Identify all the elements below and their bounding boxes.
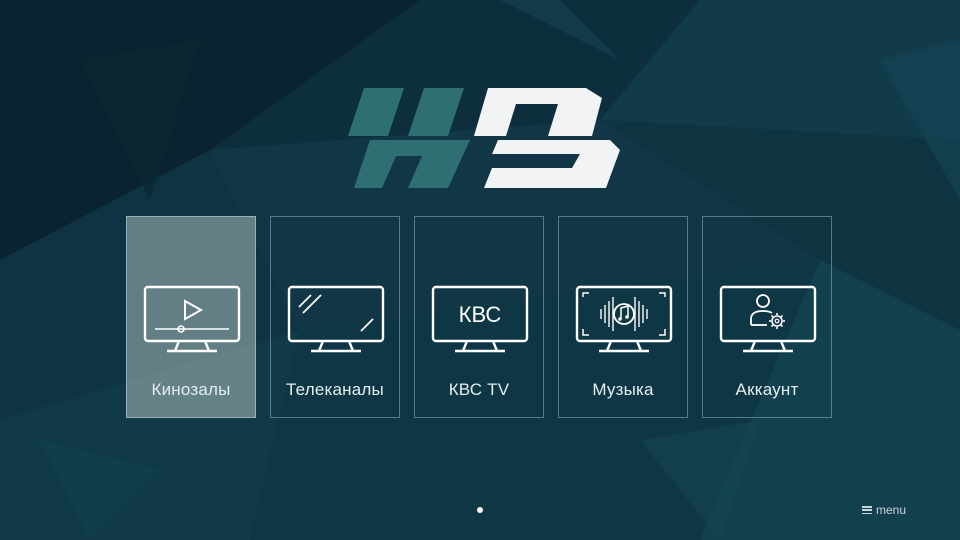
menu-label: menu <box>876 503 907 517</box>
home-screen: Кинозалы Телеканалы КВС КВС TV Музыка Ак… <box>0 0 960 540</box>
hd-logo <box>348 88 620 188</box>
tile-label: Аккаунт <box>735 380 799 399</box>
tile-cinema[interactable]: Кинозалы <box>126 216 256 418</box>
tv-music-icon <box>575 285 673 353</box>
tile-account[interactable]: Аккаунт <box>702 216 832 418</box>
hamburger-icon <box>862 506 872 514</box>
tv-play-icon <box>143 285 241 353</box>
pagination-dot <box>477 507 483 513</box>
tv-account-icon <box>719 285 817 353</box>
tile-label: КВС TV <box>448 380 510 399</box>
tile-label: Телеканалы <box>286 380 384 399</box>
tile-kbc-tv[interactable]: КВС КВС TV <box>414 216 544 418</box>
kbc-icon-text: КВС <box>459 302 502 327</box>
tile-tv-channels[interactable]: Телеканалы <box>270 216 400 418</box>
main-menu-tiles: Кинозалы Телеканалы КВС КВС TV Музыка Ак… <box>126 216 836 420</box>
tile-label: Музыка <box>592 380 654 399</box>
tv-kbc-icon: КВС <box>431 285 529 353</box>
tile-label: Кинозалы <box>151 380 231 399</box>
menu-button[interactable]: menu <box>862 502 906 518</box>
tile-music[interactable]: Музыка <box>558 216 688 418</box>
tv-screen-icon <box>287 285 385 353</box>
